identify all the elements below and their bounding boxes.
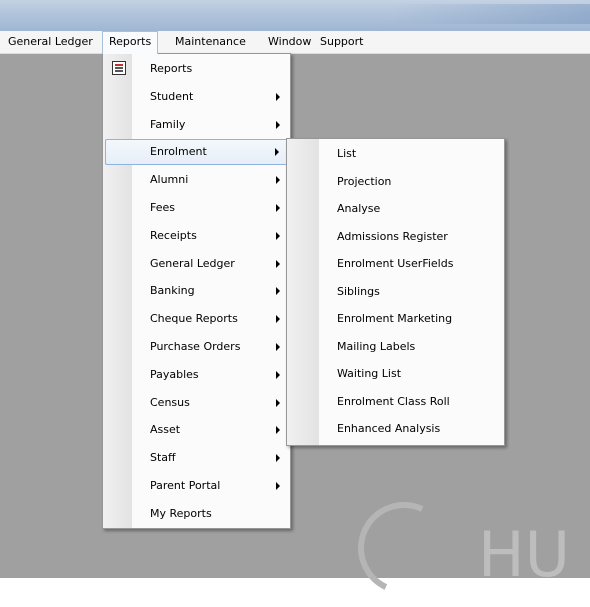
enrolment-item-enrolment-userfields[interactable]: Enrolment UserFields xyxy=(289,251,502,277)
menu-item-label: Waiting List xyxy=(337,367,402,380)
submenu-arrow-icon xyxy=(276,315,280,324)
submenu-arrow-icon xyxy=(276,287,280,296)
report-icon xyxy=(112,61,126,75)
reports-menu-item-family[interactable]: Family xyxy=(105,112,288,138)
submenu-arrow-icon xyxy=(276,398,280,407)
title-bar xyxy=(0,0,590,31)
reports-menu-item-parent-portal[interactable]: Parent Portal xyxy=(105,473,288,499)
enrolment-item-admissions-register[interactable]: Admissions Register xyxy=(289,224,502,250)
menu-general-ledger[interactable]: General Ledger xyxy=(2,31,99,53)
menu-item-label: Alumni xyxy=(150,173,189,187)
enrolment-item-analyse[interactable]: Analyse xyxy=(289,196,502,222)
submenu-arrow-icon xyxy=(276,426,280,435)
enrolment-item-enrolment-marketing[interactable]: Enrolment Marketing xyxy=(289,306,502,332)
reports-menu-item-staff[interactable]: Staff xyxy=(105,445,288,471)
menu-item-label: Enhanced Analysis xyxy=(337,422,441,435)
reports-menu-item-my-reports[interactable]: My Reports xyxy=(105,501,288,527)
menu-item-label: Fees xyxy=(150,201,175,214)
menu-item-label: Siblings xyxy=(337,284,380,298)
submenu-arrow-icon xyxy=(276,343,280,351)
menu-item-label: Asset xyxy=(150,423,181,437)
submenu-arrow-icon xyxy=(276,120,280,129)
menu-item-label: Analyse xyxy=(337,202,381,215)
reports-dropdown-menu: Reports Student Family Enrolment Alumni Fees R… xyxy=(102,53,291,529)
menu-item-label: Banking xyxy=(150,284,195,298)
submenu-arrow-icon xyxy=(276,259,280,268)
menu-item-label: Purchase Orders xyxy=(150,340,241,353)
reports-menu-item-alumni[interactable]: Alumni xyxy=(105,167,288,193)
reports-menu-item-receipts[interactable]: Receipts xyxy=(105,223,288,249)
menu-item-label: Enrolment xyxy=(150,145,207,159)
reports-menu-item-census[interactable]: Census xyxy=(105,390,288,416)
menu-bar: General Ledger Reports Maintenance Windo… xyxy=(0,31,590,54)
menu-item-label: Student xyxy=(150,89,194,103)
menu-item-label: Staff xyxy=(150,451,176,465)
reports-menu-item-banking[interactable]: Banking xyxy=(105,278,288,304)
menu-item-label: List xyxy=(337,147,357,160)
reports-menu-item-fees[interactable]: Fees xyxy=(105,195,288,221)
enrolment-item-waiting-list[interactable]: Waiting List xyxy=(289,361,502,387)
enrolment-item-projection[interactable]: Projection xyxy=(289,169,502,195)
menu-window[interactable]: Window xyxy=(262,31,317,53)
reports-menu-item-reports[interactable]: Reports xyxy=(105,56,288,82)
menu-item-label: Enrolment Class Roll xyxy=(337,394,450,408)
reports-menu-item-enrolment[interactable]: Enrolment xyxy=(105,139,288,166)
menu-item-label: My Reports xyxy=(150,506,212,520)
reports-menu-item-student[interactable]: Student xyxy=(105,84,288,110)
enrolment-submenu: List Projection Analyse Admissions Register… xyxy=(286,138,505,446)
reports-menu-item-purchase-orders[interactable]: Purchase Orders xyxy=(105,334,288,360)
reports-menu-item-cheque-reports[interactable]: Cheque Reports xyxy=(105,306,288,332)
enrolment-item-enhanced-analysis[interactable]: Enhanced Analysis xyxy=(289,416,502,442)
enrolment-item-siblings[interactable]: Siblings xyxy=(289,279,502,305)
menu-item-label: Census xyxy=(150,395,190,409)
menu-item-label: General Ledger xyxy=(150,256,235,270)
watermark-logo-arc xyxy=(345,489,463,607)
menu-item-label: Admissions Register xyxy=(337,229,448,243)
enrolment-item-enrolment-class-roll[interactable]: Enrolment Class Roll xyxy=(289,389,502,415)
menu-item-label: Parent Portal xyxy=(150,479,221,492)
menu-item-label: Projection xyxy=(337,174,392,188)
menu-support[interactable]: Support xyxy=(314,31,369,53)
submenu-arrow-icon xyxy=(275,148,279,157)
menu-item-label: Reports xyxy=(150,62,193,75)
reports-menu-item-general-ledger[interactable]: General Ledger xyxy=(105,251,288,277)
enrolment-item-mailing-labels[interactable]: Mailing Labels xyxy=(289,334,502,360)
menu-reports[interactable]: Reports xyxy=(102,31,159,54)
submenu-arrow-icon xyxy=(276,231,280,240)
menu-item-label: Enrolment Marketing xyxy=(337,312,453,325)
enrolment-item-list[interactable]: List xyxy=(289,141,502,167)
reports-menu-item-payables[interactable]: Payables xyxy=(105,362,288,388)
menu-item-label: Cheque Reports xyxy=(150,312,238,326)
menu-maintenance[interactable]: Maintenance xyxy=(169,31,252,53)
title-bar-glow xyxy=(390,4,590,24)
menu-item-label: Enrolment UserFields xyxy=(337,257,454,270)
watermark-logo-text: HU xyxy=(478,518,571,591)
submenu-arrow-icon xyxy=(276,176,280,185)
menu-item-label: Payables xyxy=(150,367,199,381)
submenu-arrow-icon xyxy=(276,454,280,463)
submenu-arrow-icon xyxy=(276,204,280,212)
submenu-arrow-icon xyxy=(276,482,280,490)
menu-item-label: Family xyxy=(150,117,186,131)
menu-item-label: Receipts xyxy=(150,228,197,242)
reports-menu-item-asset[interactable]: Asset xyxy=(105,417,288,443)
menu-item-label: Mailing Labels xyxy=(337,339,416,353)
submenu-arrow-icon xyxy=(276,370,280,379)
submenu-arrow-icon xyxy=(276,92,280,101)
